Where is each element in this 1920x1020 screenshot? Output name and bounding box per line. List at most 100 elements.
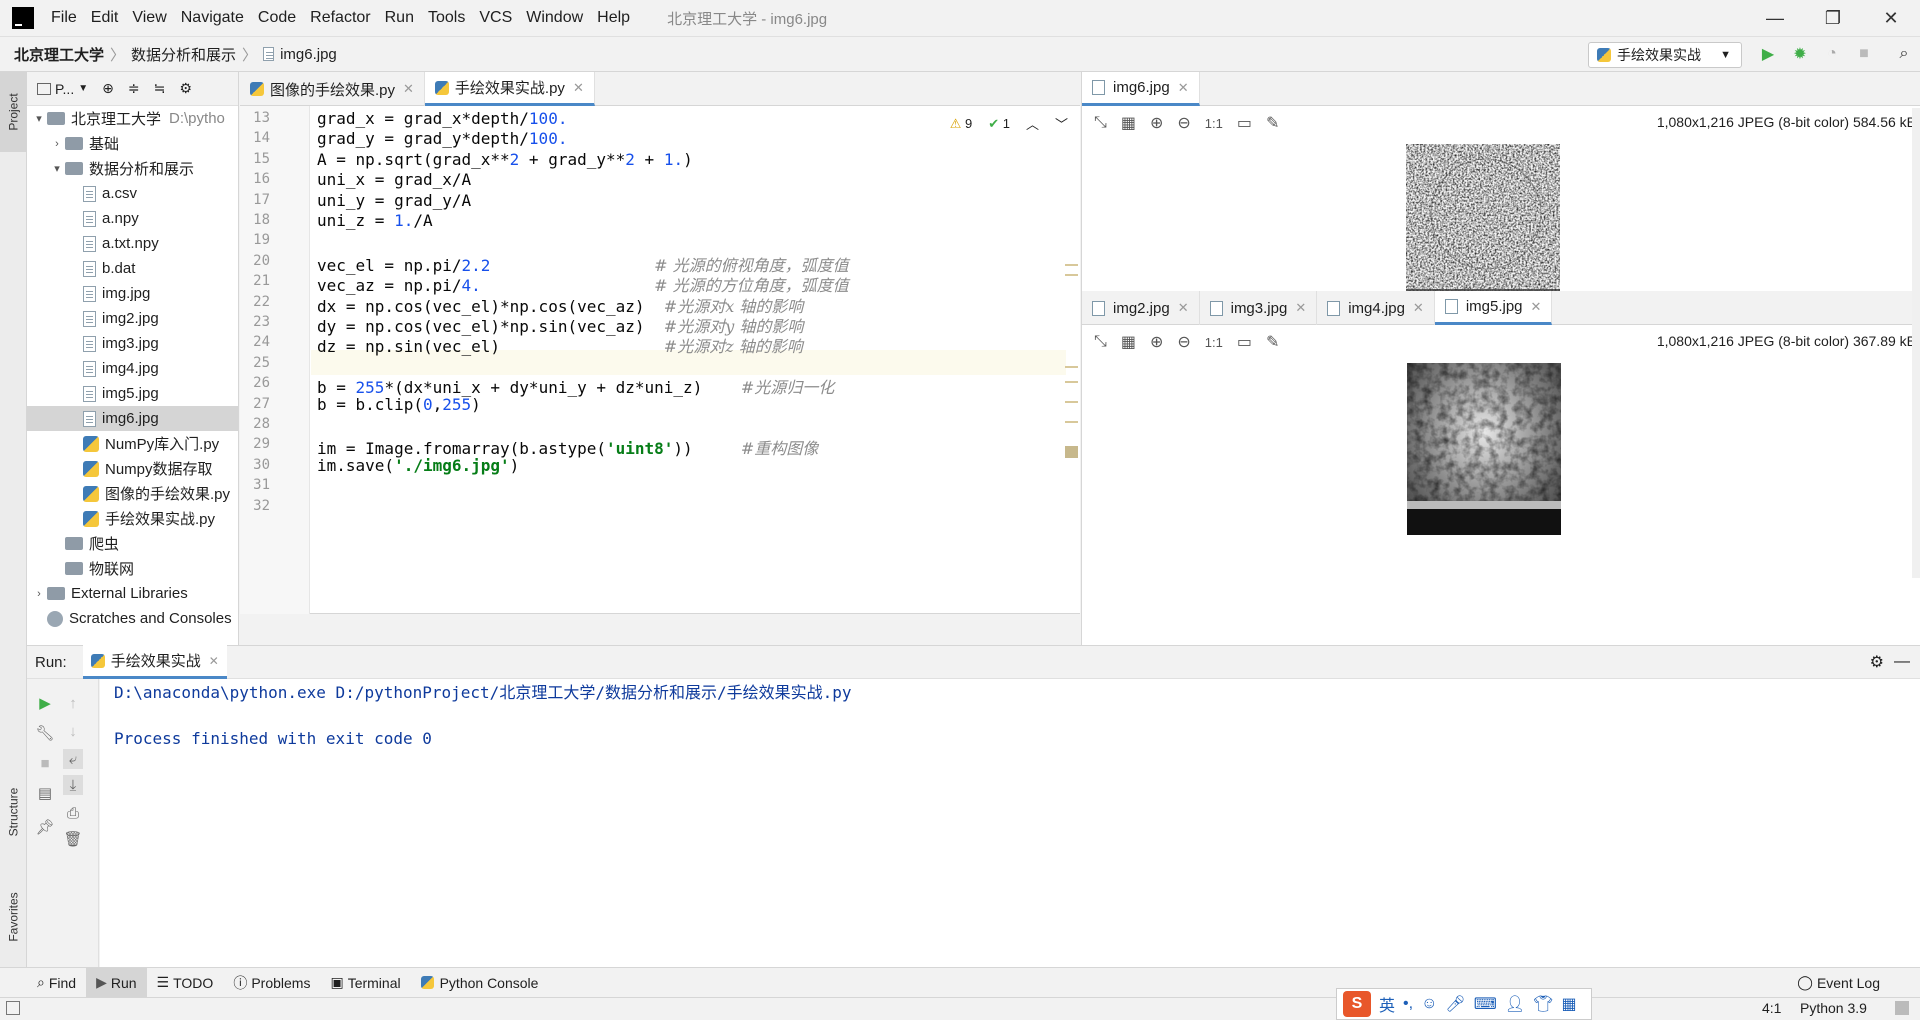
lock-icon[interactable] bbox=[1895, 1001, 1909, 1015]
chevron-right-icon[interactable]: › bbox=[49, 138, 65, 150]
restore-icon[interactable]: ❐ bbox=[1804, 0, 1862, 36]
menu-run[interactable]: Run bbox=[378, 9, 421, 27]
menu-refactor[interactable]: Refactor bbox=[303, 9, 377, 27]
viewer-scrollbar[interactable] bbox=[1912, 108, 1920, 578]
run-configuration-select[interactable]: 手绘效果实战 ▼ bbox=[1588, 42, 1742, 68]
emoji-icon[interactable]: ☺ bbox=[1421, 995, 1437, 1013]
locate-icon[interactable]: ⊕ bbox=[102, 80, 114, 97]
tree-item[interactable]: a.txt.npy bbox=[27, 231, 238, 256]
close-tab-icon[interactable]: ✕ bbox=[209, 654, 219, 668]
inspection-widget[interactable]: ⚠ 9 ✔ 1 ︿ ﹀ bbox=[950, 114, 1068, 133]
run-tab[interactable]: 手绘效果实战 ✕ bbox=[82, 645, 227, 679]
editor-tab[interactable]: 手绘效果实战.py ✕ bbox=[424, 72, 595, 106]
close-window-icon[interactable]: ✕ bbox=[1862, 0, 1920, 36]
minimize-icon[interactable]: — bbox=[1746, 0, 1804, 36]
tree-item[interactable]: b.dat bbox=[27, 256, 238, 281]
tree-item[interactable]: 爬虫 bbox=[27, 531, 238, 556]
find-tool-button[interactable]: ⌕ Find bbox=[27, 968, 86, 998]
tree-item[interactable]: img6.jpg bbox=[27, 406, 238, 431]
scroll-to-end-icon[interactable]: ⤓ bbox=[63, 775, 83, 795]
color-picker-icon[interactable]: ✎ bbox=[1266, 332, 1279, 352]
menu-help[interactable]: Help bbox=[590, 9, 637, 27]
close-tab-icon[interactable]: ✕ bbox=[573, 80, 584, 96]
image-tab[interactable]: img5.jpg ✕ bbox=[1434, 291, 1553, 325]
tree-item[interactable]: 图像的手绘效果.py bbox=[27, 481, 238, 506]
tree-item[interactable]: › 基础 bbox=[27, 131, 238, 156]
close-tab-icon[interactable]: ✕ bbox=[1178, 80, 1189, 96]
tree-item[interactable]: a.csv bbox=[27, 181, 238, 206]
run-icon[interactable]: ▶ bbox=[1758, 44, 1778, 64]
pin-icon[interactable]: 📌︎ bbox=[35, 817, 55, 837]
grid-icon[interactable]: ▦ bbox=[1121, 332, 1136, 352]
stop-icon[interactable]: ■ bbox=[35, 753, 55, 773]
close-tab-icon[interactable]: ✕ bbox=[1178, 300, 1189, 316]
tree-item[interactable]: img3.jpg bbox=[27, 331, 238, 356]
close-tab-icon[interactable]: ✕ bbox=[1295, 300, 1306, 316]
color-picker-icon[interactable]: ✎ bbox=[1266, 113, 1279, 133]
editor-scrollbar[interactable] bbox=[1064, 106, 1080, 614]
warnings-indicator[interactable]: ⚠ 9 bbox=[950, 116, 973, 132]
image-tab[interactable]: img3.jpg ✕ bbox=[1200, 291, 1318, 325]
chevron-right-icon[interactable]: › bbox=[31, 588, 47, 600]
run-with-coverage-icon[interactable]: ◔ bbox=[1822, 44, 1842, 64]
zoom-in-icon[interactable]: ⊕ bbox=[1150, 113, 1163, 133]
menu-window[interactable]: Window bbox=[519, 9, 590, 27]
background-icon[interactable]: ▭ bbox=[1237, 332, 1252, 352]
actual-size-button[interactable]: 1:1 bbox=[1205, 116, 1223, 131]
tree-item[interactable]: a.npy bbox=[27, 206, 238, 231]
tree-item[interactable]: img5.jpg bbox=[27, 381, 238, 406]
zoom-out-icon[interactable]: ⊖ bbox=[1177, 332, 1190, 352]
tree-item[interactable]: img2.jpg bbox=[27, 306, 238, 331]
python-interpreter[interactable]: Python 3.9 bbox=[1800, 1000, 1867, 1016]
microphone-icon[interactable]: 🎤︎ bbox=[1445, 994, 1465, 1014]
caret-position[interactable]: 4:1 bbox=[1762, 1000, 1781, 1016]
image-tab[interactable]: img2.jpg ✕ bbox=[1082, 291, 1200, 325]
gear-icon[interactable]: ⚙ bbox=[179, 80, 192, 97]
gear-icon[interactable]: ⚙ bbox=[1870, 652, 1884, 672]
todo-tool-button[interactable]: ☰ TODO bbox=[147, 968, 224, 998]
editor-tab[interactable]: 图像的手绘效果.py ✕ bbox=[240, 72, 425, 106]
tree-item[interactable]: Numpy数据存取 bbox=[27, 456, 238, 481]
stop-icon[interactable]: ■ bbox=[1854, 44, 1874, 64]
image-tab[interactable]: img4.jpg ✕ bbox=[1317, 291, 1435, 325]
wrench-icon[interactable]: 🔧︎ bbox=[35, 723, 55, 743]
terminal-tool-button[interactable]: ▣ Terminal bbox=[320, 968, 410, 998]
soft-wrap-icon[interactable]: ⤶ bbox=[63, 749, 83, 769]
chevron-down-icon[interactable]: ▾ bbox=[49, 162, 65, 175]
tree-item[interactable]: NumPy库入门.py bbox=[27, 431, 238, 456]
project-view-select[interactable]: P... ▼ bbox=[37, 81, 88, 97]
layout-icon[interactable]: ▤ bbox=[35, 783, 55, 803]
skin-icon[interactable]: 👕︎ bbox=[1533, 994, 1553, 1014]
menu-view[interactable]: View bbox=[125, 9, 173, 27]
toggle-tool-windows-icon[interactable] bbox=[6, 1001, 20, 1015]
chevron-down-icon[interactable]: ▾ bbox=[31, 112, 47, 125]
fit-to-window-icon[interactable]: ⤡ bbox=[1094, 114, 1107, 132]
punctuation-icon[interactable]: •, bbox=[1403, 995, 1413, 1013]
breadcrumb-project[interactable]: 北京理工大学 bbox=[14, 44, 104, 65]
python-console-tool-button[interactable]: Python Console bbox=[411, 968, 549, 998]
close-tab-icon[interactable]: ✕ bbox=[1413, 300, 1424, 316]
collapse-all-icon[interactable]: ≒ bbox=[154, 80, 166, 97]
ok-indicator[interactable]: ✔ 1 bbox=[988, 116, 1010, 132]
menu-vcs[interactable]: VCS bbox=[472, 9, 519, 27]
tree-item[interactable]: › External Libraries bbox=[27, 581, 238, 606]
image-tab[interactable]: img6.jpg ✕ bbox=[1082, 72, 1200, 106]
apps-grid-icon[interactable]: ▦ bbox=[1561, 994, 1576, 1014]
project-tool-tab[interactable]: Project bbox=[0, 72, 27, 152]
breadcrumb-folder[interactable]: 数据分析和展示 bbox=[131, 44, 236, 65]
language-toggle[interactable]: 英 bbox=[1379, 992, 1395, 1016]
structure-tool-tab[interactable]: Structure bbox=[0, 762, 27, 862]
actual-size-button[interactable]: 1:1 bbox=[1205, 335, 1223, 350]
chevron-up-icon[interactable]: ︿ bbox=[1026, 114, 1039, 133]
fit-to-window-icon[interactable]: ⤡ bbox=[1094, 333, 1107, 351]
tree-item[interactable]: Scratches and Consoles bbox=[27, 606, 238, 631]
keyboard-icon[interactable]: ⌨ bbox=[1474, 994, 1497, 1014]
search-icon[interactable]: ⌕ bbox=[1894, 44, 1914, 64]
background-icon[interactable]: ▭ bbox=[1237, 113, 1252, 133]
tree-item[interactable]: ▾ 数据分析和展示 bbox=[27, 156, 238, 181]
arrow-down-icon[interactable]: ↓ bbox=[63, 721, 83, 741]
close-tab-icon[interactable]: ✕ bbox=[1531, 299, 1542, 315]
favorites-tool-tab[interactable]: Favorites bbox=[0, 872, 27, 962]
tree-item[interactable]: ▾ 北京理工大学 D:\pytho bbox=[27, 106, 238, 131]
menu-code[interactable]: Code bbox=[251, 9, 303, 27]
